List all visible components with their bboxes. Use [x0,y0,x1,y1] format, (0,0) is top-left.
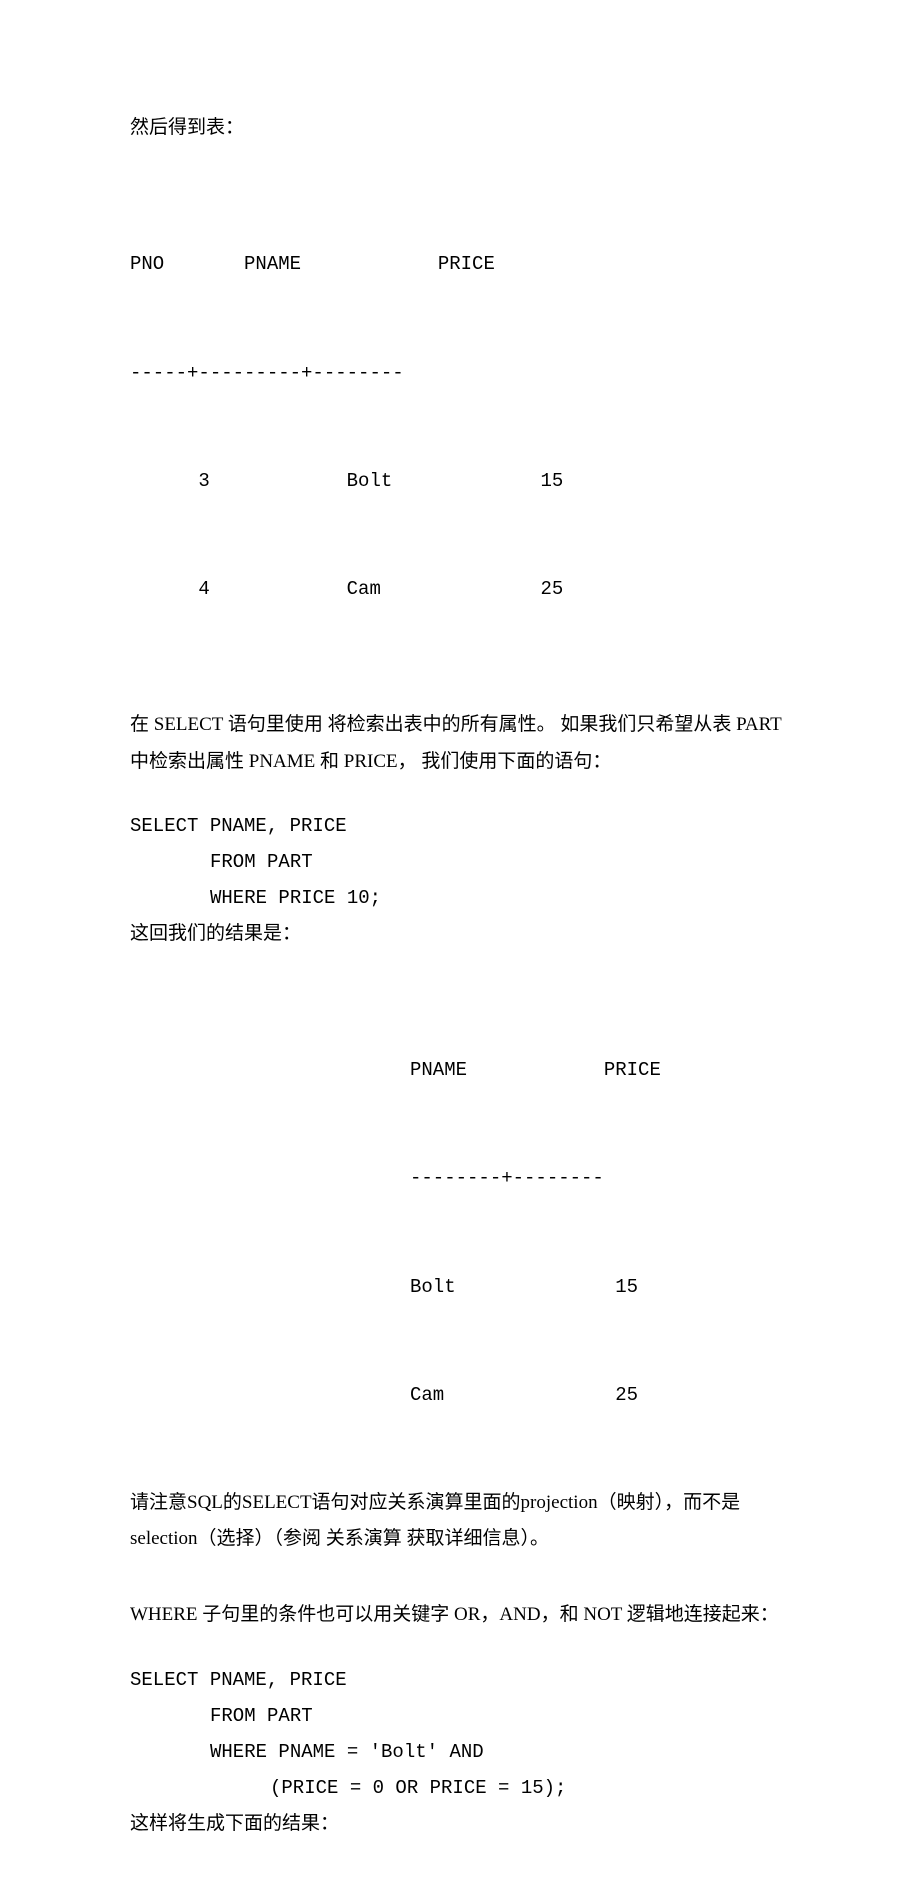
result-table-1: PNO PNAME PRICE -----+---------+--------… [130,174,790,679]
paragraph-result-intro-3: 这样将生成下面的结果： [130,1806,790,1842]
table-header: PNAME PRICE [410,1052,790,1088]
code-line: WHERE PRICE 10; [130,880,790,916]
code-line: FROM PART [130,844,790,880]
code-block-1: SELECT PNAME, PRICE FROM PART WHERE PRIC… [130,808,790,916]
table-row: 4 Cam 25 [130,571,790,607]
paragraph-result-intro-2: 这回我们的结果是： [130,916,790,952]
code-line: FROM PART [130,1698,790,1734]
result-table-2: PNAME PRICE --------+-------- Bolt 15 Ca… [130,980,790,1485]
paragraph-where-clause: WHERE 子句里的条件也可以用关键字 OR，AND，和 NOT 逻辑地连接起来… [130,1597,790,1633]
code-line: (PRICE = 0 OR PRICE = 15); [130,1770,790,1806]
table-row: Bolt 15 [410,1269,790,1305]
table-row: Cam 25 [410,1377,790,1413]
table-header: PNO PNAME PRICE [130,246,790,282]
code-line: SELECT PNAME, PRICE [130,808,790,844]
paragraph-select-explain: 在 SELECT 语句里使用 将检索出表中的所有属性。 如果我们只希望从表 PA… [130,707,790,779]
code-line: SELECT PNAME, PRICE [130,1662,790,1698]
table-divider: -----+---------+-------- [130,355,790,391]
paragraph-projection-note: 请注意SQL的SELECT语句对应关系演算里面的projection（映射），而… [130,1485,790,1557]
document-page: 然后得到表： PNO PNAME PRICE -----+---------+-… [0,0,920,1902]
code-line: WHERE PNAME = 'Bolt' AND [130,1734,790,1770]
table-row: 3 Bolt 15 [130,463,790,499]
table-divider: --------+-------- [410,1160,790,1196]
code-block-2: SELECT PNAME, PRICE FROM PART WHERE PNAM… [130,1662,790,1806]
paragraph-result-table-intro: 然后得到表： [130,110,790,146]
